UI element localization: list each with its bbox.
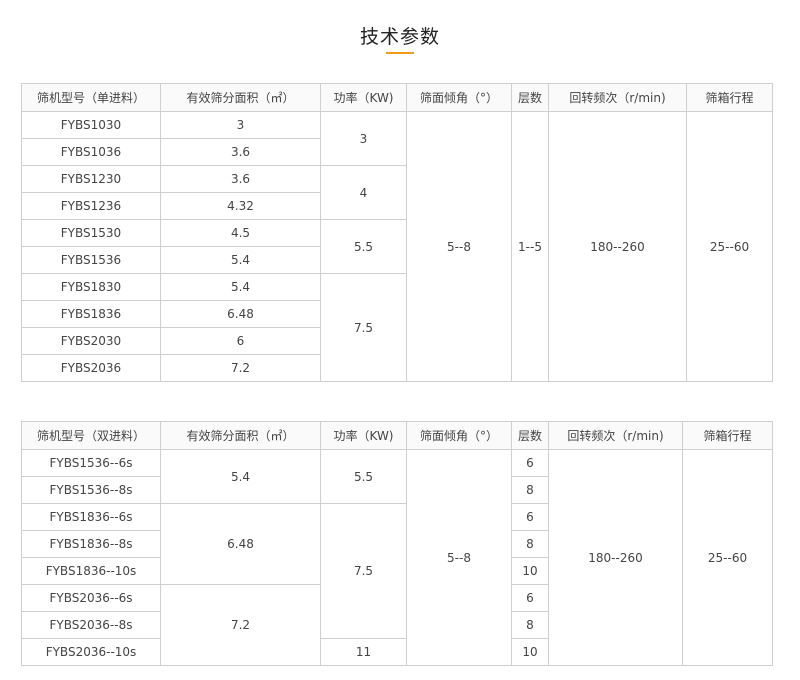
layers-cell: 10 [511,638,549,666]
layers-cell: 8 [511,476,549,504]
table-row: FYBS1030 3 3 5--8 1--5 180--260 25--60 [21,111,773,382]
power-cell: 5.5 [320,449,407,504]
area-cell: 5.4 [160,246,321,274]
header-frequency: 回转频次（r/min) [548,83,687,112]
spec-table-double-feed: 筛机型号（双进料） 有效筛分面积（㎡） 功率（KW) 筛面倾角（°） 层数 回转… [21,421,773,666]
header-model: 筛机型号（单进料） [21,83,161,112]
model-cell: FYBS1230 [21,165,161,193]
layers-cell: 6 [511,503,549,531]
frequency-cell: 180--260 [548,111,687,382]
header-power: 功率（KW) [320,421,407,450]
model-cell: FYBS1536--6s [21,449,161,477]
power-cell: 7.5 [320,273,407,382]
model-cell: FYBS1536--8s [21,476,161,504]
table-header-row: 筛机型号（双进料） 有效筛分面积（㎡） 功率（KW) 筛面倾角（°） 层数 回转… [21,421,773,450]
area-cell: 4.5 [160,219,321,247]
model-cell: FYBS1536 [21,246,161,274]
model-cell: FYBS1836--8s [21,530,161,558]
header-model: 筛机型号（双进料） [21,421,161,450]
page-title: 技术参数 [359,26,440,48]
model-cell: FYBS1836--6s [21,503,161,531]
area-cell: 5.4 [160,273,321,301]
header-frequency: 回转频次（r/min) [548,421,683,450]
header-power: 功率（KW) [320,83,407,112]
stroke-cell: 25--60 [686,111,773,382]
frequency-cell: 180--260 [548,449,683,666]
model-cell: FYBS1830 [21,273,161,301]
power-cell: 3 [320,111,407,166]
model-cell: FYBS1030 [21,111,161,139]
model-cell: FYBS2036--10s [21,638,161,666]
table-header-row: 筛机型号（单进料） 有效筛分面积（㎡） 功率（KW) 筛面倾角（°） 层数 回转… [21,83,773,112]
layers-cell: 6 [511,584,549,612]
header-area: 有效筛分面积（㎡） [160,83,321,112]
header-layers: 层数 [511,421,549,450]
area-cell: 3 [160,111,321,139]
header-layers: 层数 [511,83,549,112]
area-cell: 3.6 [160,165,321,193]
power-cell: 4 [320,165,407,220]
area-cell: 7.2 [160,584,321,666]
header-angle: 筛面倾角（°） [406,421,512,450]
power-cell: 5.5 [320,219,407,274]
stroke-cell: 25--60 [682,449,773,666]
model-cell: FYBS1036 [21,138,161,166]
power-cell: 11 [320,638,407,666]
area-cell: 7.2 [160,354,321,382]
model-cell: FYBS1836 [21,300,161,328]
area-cell: 6.48 [160,503,321,585]
layers-cell: 8 [511,530,549,558]
header-stroke: 筛箱行程 [686,83,773,112]
model-cell: FYBS2036 [21,354,161,382]
area-cell: 5.4 [160,449,321,504]
spec-table-single-feed: 筛机型号（单进料） 有效筛分面积（㎡） 功率（KW) 筛面倾角（°） 层数 回转… [21,83,773,382]
model-cell: FYBS2030 [21,327,161,355]
model-cell: FYBS1836--10s [21,557,161,585]
layers-cell: 1--5 [511,111,549,382]
area-cell: 3.6 [160,138,321,166]
angle-cell: 5--8 [406,111,512,382]
angle-cell: 5--8 [406,449,512,666]
header-area: 有效筛分面积（㎡） [160,421,321,450]
area-cell: 6 [160,327,321,355]
layers-cell: 8 [511,611,549,639]
model-cell: FYBS2036--6s [21,584,161,612]
model-cell: FYBS1530 [21,219,161,247]
power-cell: 7.5 [320,503,407,639]
area-cell: 4.32 [160,192,321,220]
title-underline [386,52,414,54]
table-row: FYBS1536--6s 5.4 5.5 5--8 6 180--260 25-… [21,449,773,666]
header-angle: 筛面倾角（°） [406,83,512,112]
layers-cell: 10 [511,557,549,585]
model-cell: FYBS2036--8s [21,611,161,639]
layers-cell: 6 [511,449,549,477]
model-cell: FYBS1236 [21,192,161,220]
header-stroke: 筛箱行程 [682,421,773,450]
area-cell: 6.48 [160,300,321,328]
